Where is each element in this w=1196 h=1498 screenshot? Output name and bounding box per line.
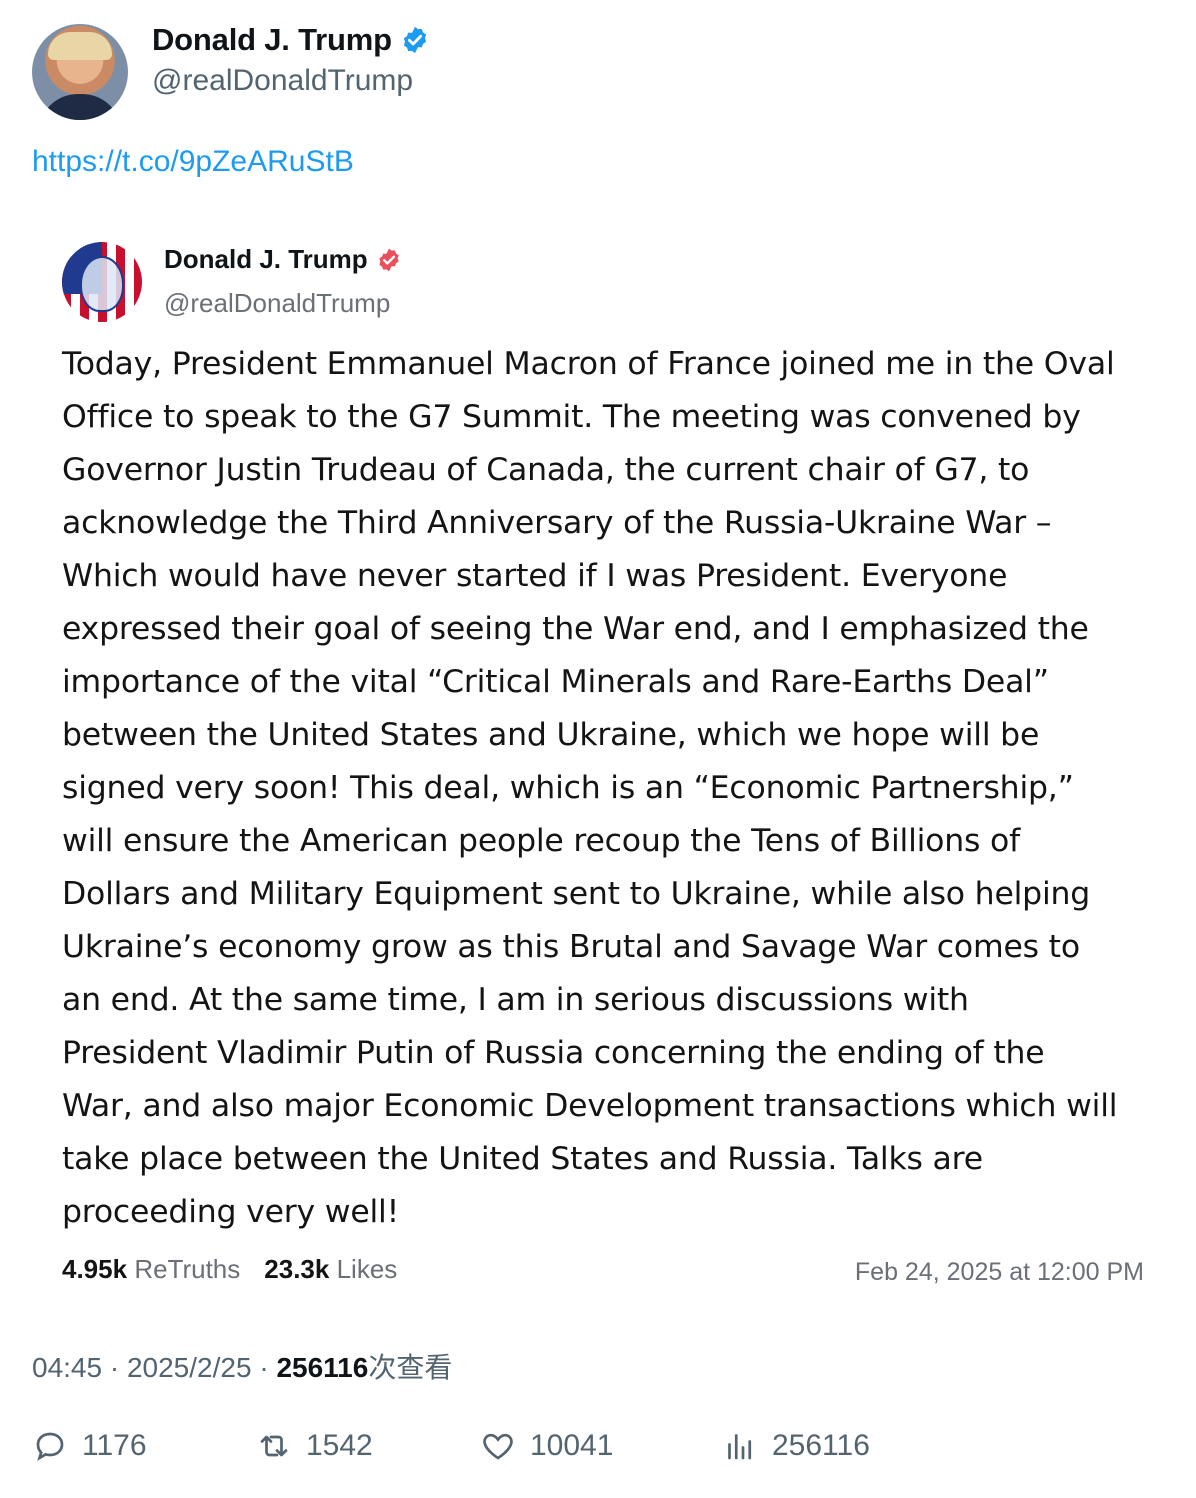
body-line: President Vladimir Putin of Russia conce… [62,1035,1045,1071]
author-avatar[interactable] [32,24,128,120]
reply-button[interactable]: 1176 [32,1428,147,1464]
quoted-author-name-row: Donald J. Trump [164,244,402,275]
like-count: 10041 [530,1429,614,1462]
body-line: take place between the United States and… [62,1141,983,1177]
tweet-link[interactable]: https://t.co/9pZeARuStB [32,145,354,179]
heart-icon [483,1433,513,1460]
body-line: signed very soon! This deal, which is an… [62,770,1074,806]
likes-count: 23.3k [264,1254,330,1284]
quoted-post-date: Feb 24, 2025 at 12:00 PM [854,1258,1144,1286]
quoted-author-handle: @realDonaldTrump [164,288,391,318]
repost-count: 1542 [306,1429,373,1462]
body-line: importance of the vital “Critical Minera… [62,664,1049,700]
views-button[interactable]: 256116 [722,1428,870,1464]
views-count: 256116 [772,1429,870,1462]
tweet-view-count: 256116 [276,1352,369,1383]
body-line: Ukraine’s economy grow as this Brutal an… [62,929,1080,965]
body-line: Office to speak to the G7 Summit. The me… [62,399,1081,435]
retruths-label: ReTruths [134,1254,241,1284]
quoted-post-stats: 4.95k ReTruths 23.3k Likes [62,1254,397,1285]
body-line: expressed their goal of seeing the War e… [62,611,1089,647]
body-line: Today, President Emmanuel Macron of Fran… [62,346,1115,382]
body-line: an end. At the same time, I am in seriou… [62,982,969,1018]
reply-icon [36,1432,64,1461]
author-name-row: Donald J. Trump [152,22,430,58]
quoted-post-body: Today, President Emmanuel Macron of Fran… [62,338,1152,1239]
quoted-author-avatar [62,242,142,322]
avatar-face [80,256,124,312]
body-line: War, and also major Economic Development… [62,1088,1118,1124]
retruths-count: 4.95k [62,1254,128,1284]
body-line: will ensure the American people recoup t… [62,823,1020,859]
tweet-time[interactable]: 04:45 [32,1352,102,1383]
author-handle[interactable]: @realDonaldTrump [152,64,413,98]
tweet-meta: 04:45 · 2025/2/25 · 256116次查看 [32,1352,453,1383]
likes-label: Likes [336,1254,398,1284]
body-line: acknowledge the Third Anniversary of the… [62,505,1052,541]
reply-count: 1176 [82,1429,147,1462]
body-line: Which would have never started if I was … [62,558,1008,594]
tweet-date[interactable]: 2025/2/25 [127,1352,252,1383]
tweet-actions-bar: 1176 1542 10041 256116 [32,1428,1132,1478]
repost-button[interactable]: 1542 [256,1428,373,1464]
avatar-hair [48,32,112,60]
body-line: Dollars and Military Equipment sent to U… [62,876,1091,912]
likes-stat: 23.3k Likes [264,1254,397,1285]
body-line: between the United States and Ukraine, w… [62,717,1040,753]
retruths-stat: 4.95k ReTruths [62,1254,240,1285]
body-line: Governor Justin Trudeau of Canada, the c… [62,452,1030,488]
quoted-author-name: Donald J. Trump [164,244,368,274]
avatar-suit [38,94,122,120]
verified-badge-icon [379,248,399,271]
body-line: proceeding very well! [62,1194,400,1230]
like-button[interactable]: 10041 [480,1428,613,1464]
analytics-icon [728,1434,752,1460]
tweet-views-label: 次查看 [368,1352,453,1383]
repost-icon [260,1435,288,1457]
verified-badge-icon [403,26,426,54]
quoted-post-card[interactable]: Donald J. Trump @realDonaldTrump Today, … [32,218,1164,1308]
author-display-name[interactable]: Donald J. Trump [152,22,392,58]
